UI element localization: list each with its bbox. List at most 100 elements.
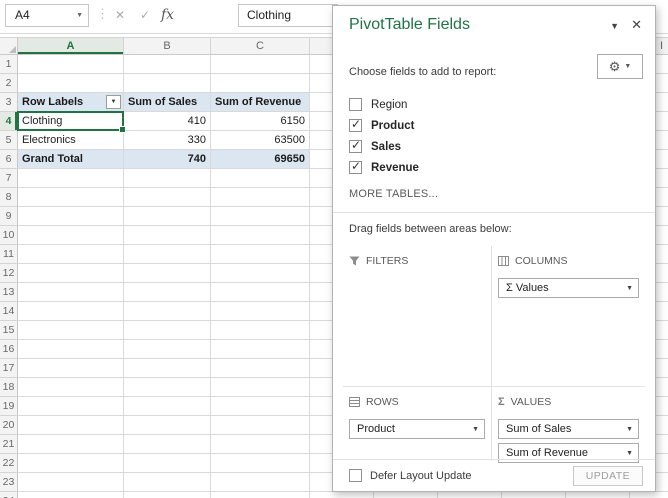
cell-C1[interactable] [211, 55, 310, 74]
cell-C21[interactable] [211, 435, 310, 454]
cell-B22[interactable] [124, 454, 211, 473]
field-item-region[interactable]: Region [349, 94, 643, 115]
cell-C12[interactable] [211, 264, 310, 283]
pane-close-icon[interactable]: ✕ [631, 17, 642, 33]
row-header-14[interactable]: 14 [0, 302, 18, 321]
cell-B3[interactable]: Sum of Sales [124, 93, 211, 112]
name-box-dropdown-icon[interactable]: ▼ [76, 5, 83, 26]
cell-C23[interactable] [211, 473, 310, 492]
cell-A9[interactable] [18, 207, 124, 226]
cell-C11[interactable] [211, 245, 310, 264]
pane-options-arrow-icon[interactable]: ▼ [610, 21, 619, 31]
cell-C7[interactable] [211, 169, 310, 188]
row-header-5[interactable]: 5 [0, 131, 18, 150]
cell-I24[interactable] [630, 492, 668, 498]
cell-B12[interactable] [124, 264, 211, 283]
cell-A7[interactable] [18, 169, 124, 188]
cell-B15[interactable] [124, 321, 211, 340]
cell-B1[interactable] [124, 55, 211, 74]
cell-C16[interactable] [211, 340, 310, 359]
cell-A12[interactable] [18, 264, 124, 283]
cell-B11[interactable] [124, 245, 211, 264]
cell-A13[interactable] [18, 283, 124, 302]
cell-C14[interactable] [211, 302, 310, 321]
cell-B6[interactable]: 740 [124, 150, 211, 169]
row-header-17[interactable]: 17 [0, 359, 18, 378]
cell-B13[interactable] [124, 283, 211, 302]
cell-A22[interactable] [18, 454, 124, 473]
cell-C2[interactable] [211, 74, 310, 93]
cell-C10[interactable] [211, 226, 310, 245]
cell-A2[interactable] [18, 74, 124, 93]
cell-B21[interactable] [124, 435, 211, 454]
cell-B24[interactable] [124, 492, 211, 498]
cell-B10[interactable] [124, 226, 211, 245]
row-header-3[interactable]: 3 [0, 93, 18, 112]
row-header-18[interactable]: 18 [0, 378, 18, 397]
cell-A17[interactable] [18, 359, 124, 378]
row-header-15[interactable]: 15 [0, 321, 18, 340]
cell-B7[interactable] [124, 169, 211, 188]
cell-B4[interactable]: 410 [124, 112, 211, 131]
checkbox-product[interactable] [349, 117, 362, 132]
cell-C13[interactable] [211, 283, 310, 302]
columns-drop-area[interactable]: Σ Values ▼ [498, 278, 639, 298]
cell-H24[interactable] [566, 492, 630, 498]
cell-B16[interactable] [124, 340, 211, 359]
checkbox-revenue[interactable] [349, 159, 362, 174]
cell-C4[interactable]: 6150 [211, 112, 310, 131]
row-header-16[interactable]: 16 [0, 340, 18, 359]
row-header-8[interactable]: 8 [0, 188, 18, 207]
cell-C8[interactable] [211, 188, 310, 207]
cell-A11[interactable] [18, 245, 124, 264]
cell-C15[interactable] [211, 321, 310, 340]
cell-A24[interactable] [18, 492, 124, 498]
column-header-c[interactable]: C [211, 38, 310, 55]
cell-A18[interactable] [18, 378, 124, 397]
values-drop-area[interactable]: Sum of Sales ▼ Sum of Revenue ▼ [498, 419, 639, 463]
cell-B9[interactable] [124, 207, 211, 226]
cell-E24[interactable] [374, 492, 438, 498]
field-item-sales[interactable]: Sales [349, 136, 643, 157]
insert-function-icon[interactable]: fx [161, 4, 174, 27]
row-header-6[interactable]: 6 [0, 150, 18, 169]
checkbox-region[interactable] [349, 98, 362, 111]
area-field-values[interactable]: Σ Values ▼ [498, 278, 639, 298]
cell-C5[interactable]: 63500 [211, 131, 310, 150]
row-header-24[interactable]: 24 [0, 492, 18, 498]
cell-A3[interactable]: Row Labels ▼ [18, 93, 124, 112]
select-all-corner[interactable] [0, 38, 18, 55]
cell-A6[interactable]: Grand Total [18, 150, 124, 169]
row-header-12[interactable]: 12 [0, 264, 18, 283]
row-header-4[interactable]: 4 [0, 112, 18, 131]
row-header-21[interactable]: 21 [0, 435, 18, 454]
cell-C22[interactable] [211, 454, 310, 473]
cell-A10[interactable] [18, 226, 124, 245]
cell-A1[interactable] [18, 55, 124, 74]
tools-gear-button[interactable]: ⚙ ▼ [597, 54, 643, 79]
cell-C9[interactable] [211, 207, 310, 226]
cell-C17[interactable] [211, 359, 310, 378]
checkbox-sales[interactable] [349, 138, 362, 153]
cell-B8[interactable] [124, 188, 211, 207]
row-header-19[interactable]: 19 [0, 397, 18, 416]
cell-B20[interactable] [124, 416, 211, 435]
cancel-icon[interactable]: ✕ [108, 4, 132, 27]
row-header-7[interactable]: 7 [0, 169, 18, 188]
cell-A16[interactable] [18, 340, 124, 359]
row-header-20[interactable]: 20 [0, 416, 18, 435]
name-box[interactable]: A4 ▼ [5, 4, 89, 27]
row-header-23[interactable]: 23 [0, 473, 18, 492]
cell-B18[interactable] [124, 378, 211, 397]
more-tables-link[interactable]: MORE TABLES... [349, 188, 438, 200]
cell-B14[interactable] [124, 302, 211, 321]
cell-A5[interactable]: Electronics [18, 131, 124, 150]
cell-C19[interactable] [211, 397, 310, 416]
defer-layout-checkbox[interactable] [349, 469, 362, 482]
cell-A19[interactable] [18, 397, 124, 416]
column-header-b[interactable]: B [124, 38, 211, 55]
enter-icon[interactable]: ✓ [133, 4, 157, 27]
cell-A4[interactable]: Clothing [18, 112, 124, 131]
cell-A20[interactable] [18, 416, 124, 435]
cell-C6[interactable]: 69650 [211, 150, 310, 169]
